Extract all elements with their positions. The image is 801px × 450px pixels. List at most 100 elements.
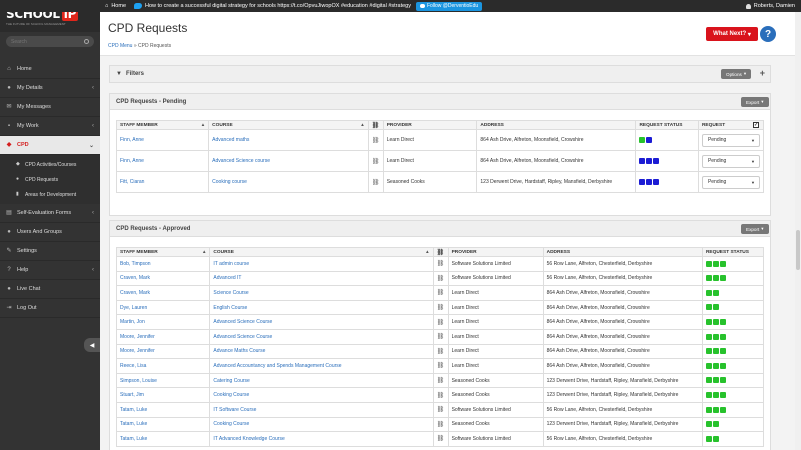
link-icon[interactable]: ⛓ xyxy=(432,270,449,287)
staff-member-link[interactable]: Moore, Jennifer xyxy=(115,328,211,345)
col-header-provider[interactable]: PROVIDER xyxy=(447,247,544,257)
scrollbar-thumb[interactable] xyxy=(796,230,800,270)
filter-icon: ▼ xyxy=(116,71,122,77)
staff-member-link[interactable]: Tatam, Luke xyxy=(115,416,211,433)
staff-member-link[interactable]: Fitt, Ciaran xyxy=(115,171,210,193)
link-icon[interactable]: ⛓ xyxy=(432,285,449,301)
col-header-address[interactable]: ADDRESS xyxy=(476,120,637,130)
col-header-staff-member[interactable]: STAFF MEMBER ▲ xyxy=(115,247,211,257)
link-icon[interactable]: ⛓ xyxy=(432,358,449,374)
tweet-ticker[interactable]: How to create a successful digital strat… xyxy=(134,3,411,9)
request-status-select[interactable]: Pending ▼ xyxy=(701,133,760,147)
col-header-course[interactable]: COURSE ▲ xyxy=(208,120,369,130)
what-next-button[interactable]: What Next? ▾ xyxy=(706,27,758,41)
nav-item-log-out[interactable]: ⇥ Log Out xyxy=(0,299,100,318)
link-icon[interactable]: ⛓ xyxy=(432,256,449,272)
nav-item-my-details[interactable]: ● My Details ‹ xyxy=(0,79,100,98)
link-icon[interactable]: ⛓ xyxy=(432,401,449,418)
col-header-course[interactable]: COURSE ▲ xyxy=(209,247,434,257)
link-icon[interactable]: ⛓ xyxy=(432,299,449,316)
course-link[interactable]: Catering Course xyxy=(209,372,434,389)
search-input[interactable] xyxy=(11,38,85,45)
col-header-address[interactable]: ADDRESS xyxy=(542,247,703,257)
link-icon[interactable]: ⛓ xyxy=(432,328,449,345)
course-link[interactable]: Science Course xyxy=(209,285,434,301)
course-link[interactable]: Advanced Science Course xyxy=(209,314,434,330)
pending-export-button[interactable]: Export ▾ xyxy=(741,97,769,107)
staff-member-link[interactable]: Tatam, Luke xyxy=(115,401,211,418)
course-link[interactable]: Advanced maths xyxy=(208,129,369,151)
help-button[interactable]: ? xyxy=(760,26,776,42)
nav-item-settings[interactable]: ✎ Settings xyxy=(0,242,100,261)
link-icon[interactable]: ⛓ xyxy=(432,387,449,403)
add-filter-button[interactable]: + xyxy=(760,68,765,78)
status-green-indicator xyxy=(719,275,726,282)
staff-member-link[interactable]: Finn, Anne xyxy=(115,129,210,151)
staff-member-link[interactable]: Reece, Lisa xyxy=(115,358,211,374)
col-header-request-status[interactable]: REQUEST STATUS xyxy=(701,247,765,257)
course-link[interactable]: English Course xyxy=(209,299,434,316)
staff-member-link[interactable]: Simpson, Louise xyxy=(115,372,211,389)
course-link[interactable]: Advance Maths Course xyxy=(209,343,434,360)
nav-item-my-work[interactable]: ▪ My Work ‹ xyxy=(0,117,100,136)
page-scrollbar[interactable] xyxy=(795,12,801,450)
course-link[interactable]: IT admin course xyxy=(209,256,434,272)
staff-member-link[interactable]: Moore, Jennifer xyxy=(115,343,211,360)
nav-item-users-and-groups[interactable]: ● Users And Groups xyxy=(0,223,100,242)
options-button[interactable]: Options ▾ xyxy=(721,69,752,79)
course-link[interactable]: Advanced Science course xyxy=(208,150,369,172)
breadcrumb-link-cpd-menu[interactable]: CPD Menu xyxy=(108,43,132,49)
nav-item-self-evaluation[interactable]: ▤ Self-Evaluation Forms ‹ xyxy=(0,204,100,223)
approved-export-button[interactable]: Export ▾ xyxy=(741,224,769,234)
filters-header[interactable]: ▼ Filters Options ▾ + xyxy=(110,66,770,82)
select-all-checkbox[interactable]: ✓ xyxy=(753,122,759,128)
staff-member-link[interactable]: Finn, Anne xyxy=(115,150,210,172)
staff-member-link[interactable]: Martin, Jon xyxy=(115,314,211,330)
link-icon[interactable]: ⛓ xyxy=(432,372,449,389)
link-icon[interactable]: ⛓ xyxy=(432,343,449,360)
subnav-item-areas-for-development[interactable]: ▮ Areas for Development xyxy=(0,187,100,202)
link-icon[interactable]: ⛓ xyxy=(432,431,449,447)
nav-item-my-messages[interactable]: ✉ My Messages xyxy=(0,98,100,117)
staff-member-link[interactable]: Stuart, Jim xyxy=(115,387,211,403)
sidebar: SCHOOL iP THE FUTURE OF SCHOOL MANAGEMENT… xyxy=(0,0,100,450)
nav-item-home[interactable]: ⌂ Home xyxy=(0,60,100,79)
subnav-item-cpd-requests[interactable]: ● CPD Requests xyxy=(0,172,100,187)
search-box[interactable] xyxy=(6,36,94,47)
link-icon[interactable]: ⛓ xyxy=(432,416,449,433)
col-header-provider[interactable]: PROVIDER xyxy=(382,120,478,130)
nav-item-cpd[interactable]: ◆ CPD ⌄ xyxy=(0,136,100,155)
link-icon[interactable]: ⛓ xyxy=(367,150,384,172)
link-icon[interactable]: ⛓ xyxy=(367,129,384,151)
request-status-select[interactable]: Pending ▼ xyxy=(701,154,760,168)
course-link[interactable]: IT Advanced Knowledge Course xyxy=(209,431,434,447)
request-status-select[interactable]: Pending ▼ xyxy=(701,175,760,189)
staff-member-link[interactable]: Tatam, Luke xyxy=(115,431,211,447)
nav-item-help[interactable]: ? Help ‹ xyxy=(0,261,100,280)
nav-item-live-chat[interactable]: ● Live Chat xyxy=(0,280,100,299)
course-link[interactable]: IT Software Course xyxy=(209,401,434,418)
course-link[interactable]: Cooking Course xyxy=(209,416,434,433)
staff-member-link[interactable]: Craven, Mark xyxy=(115,285,211,301)
user-menu[interactable]: Roberts, Damien xyxy=(745,0,795,12)
course-link[interactable]: Cooking course xyxy=(208,171,369,193)
course-link[interactable]: Advanced Accountancy and Spends Manageme… xyxy=(209,358,434,374)
question-icon: ? xyxy=(7,267,11,273)
staff-member-link[interactable]: Craven, Mark xyxy=(115,270,211,287)
twitter-follow-button[interactable]: Follow @DerventioEdu xyxy=(415,1,483,11)
search-icon[interactable] xyxy=(84,39,89,44)
course-link[interactable]: Advanced Science Course xyxy=(209,328,434,345)
subnav-item-cpd-activities[interactable]: ◆ CPD Activities/Courses xyxy=(0,157,100,172)
col-header-request[interactable]: REQUEST ✓ xyxy=(697,120,765,130)
staff-member-link[interactable]: Bob, Timpson xyxy=(115,256,211,272)
home-link[interactable]: ⌂ Home xyxy=(105,3,126,9)
link-icon[interactable]: ⛓ xyxy=(432,314,449,330)
course-link[interactable]: Advanced IT xyxy=(209,270,434,287)
col-header-request-status[interactable]: REQUEST STATUS xyxy=(635,120,699,130)
link-icon[interactable]: ⛓ xyxy=(367,171,384,193)
staff-member-link[interactable]: Dye, Lauren xyxy=(115,299,211,316)
course-link[interactable]: Cooking Course xyxy=(209,387,434,403)
collapse-sidebar-button[interactable]: ◀ xyxy=(84,338,100,352)
col-header-staff-member[interactable]: STAFF MEMBER ▲ xyxy=(115,120,210,130)
what-next-label: What Next? xyxy=(713,31,747,37)
